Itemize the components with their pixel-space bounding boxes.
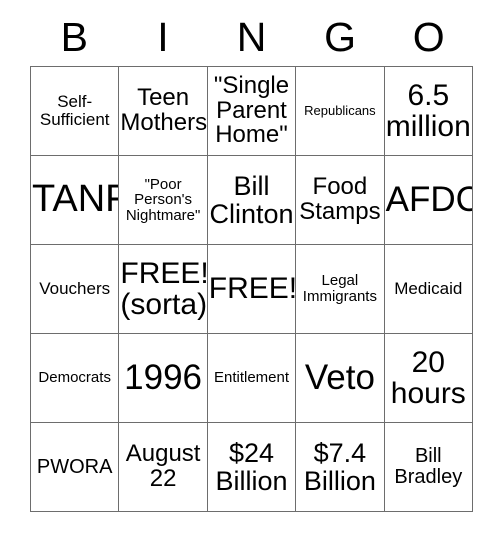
bingo-cell-label: Bill Bradley — [394, 445, 463, 488]
bingo-cell-label: FREE! — [208, 272, 297, 306]
bingo-cell-b3[interactable]: Vouchers — [31, 245, 120, 334]
bingo-cell-b1[interactable]: Self- Sufficient — [31, 67, 120, 156]
bingo-header-letter-i: I — [157, 13, 169, 60]
bingo-cell-label: Food Stamps — [299, 173, 381, 225]
bingo-cell-label: FREE! (sorta) — [120, 256, 208, 321]
bingo-cell-label: TANF — [32, 178, 120, 221]
bingo-header-letter-o: O — [412, 13, 445, 60]
bingo-cell-b2[interactable]: TANF — [31, 156, 120, 245]
bingo-grid: Self- Sufficient Teen Mothers "Single Pa… — [30, 66, 473, 512]
bingo-cell-label: "Single Parent Home" — [213, 71, 290, 149]
bingo-cell-i3[interactable]: FREE! (sorta) — [119, 245, 208, 334]
bingo-cell-label: Self- Sufficient — [39, 92, 110, 129]
bingo-cell-g4[interactable]: Veto — [296, 334, 385, 423]
bingo-cell-n3-free-space[interactable]: FREE! — [207, 245, 297, 334]
bingo-cell-label: $24 Billion — [215, 437, 288, 496]
bingo-cell-o3[interactable]: Medicaid — [384, 245, 473, 334]
bingo-card: B I N G O Self- Sufficient Teen Mothers … — [30, 8, 473, 512]
bingo-header-letter-b: B — [60, 13, 88, 60]
bingo-cell-o4[interactable]: 20 hours — [384, 334, 473, 423]
bingo-cell-n5[interactable]: $24 Billion — [207, 423, 297, 512]
bingo-cell-label: Republicans — [304, 103, 376, 119]
bingo-cell-n4[interactable]: Entitlement — [207, 334, 297, 423]
bingo-cell-i1[interactable]: Teen Mothers — [119, 67, 208, 156]
bingo-cell-label: $7.4 Billion — [303, 437, 376, 496]
bingo-cell-label: PWORA — [36, 455, 113, 478]
bingo-cell-g1[interactable]: Republicans — [296, 67, 385, 156]
bingo-cell-n1[interactable]: "Single Parent Home" — [207, 67, 297, 156]
bingo-cell-g3[interactable]: Legal Immigrants — [296, 245, 385, 334]
bingo-cell-label: Veto — [304, 357, 375, 397]
bingo-cell-o2[interactable]: AFDC — [384, 156, 473, 245]
bingo-cell-b5[interactable]: PWORA — [31, 423, 120, 512]
bingo-cell-b4[interactable]: Democrats — [31, 334, 120, 423]
bingo-cell-label: Legal Immigrants — [302, 272, 377, 305]
bingo-cell-label: "Poor Person's Nightmare" — [125, 175, 201, 224]
bingo-cell-o1[interactable]: 6.5 million — [384, 67, 473, 156]
bingo-header-letter-n: N — [236, 13, 267, 60]
bingo-cell-i4[interactable]: 1996 — [119, 334, 208, 423]
bingo-header-row: B I N G O — [30, 8, 473, 66]
bingo-cell-o5[interactable]: Bill Bradley — [384, 423, 473, 512]
bingo-cell-label: Bill Clinton — [209, 170, 294, 229]
bingo-cell-i5[interactable]: August 22 — [119, 423, 208, 512]
bingo-cell-label: AFDC — [385, 179, 473, 219]
bingo-cell-label: 1996 — [124, 357, 203, 397]
bingo-cell-label: Medicaid — [394, 279, 463, 299]
bingo-cell-label: 20 hours — [390, 345, 466, 410]
bingo-header-letter-g: G — [324, 13, 357, 60]
bingo-cell-label: Democrats — [38, 369, 111, 387]
bingo-cell-n2[interactable]: Bill Clinton — [207, 156, 297, 245]
bingo-cell-g2[interactable]: Food Stamps — [296, 156, 385, 245]
bingo-cell-label: Entitlement — [213, 369, 290, 387]
bingo-cell-label: 6.5 million — [385, 78, 471, 143]
bingo-cell-i2[interactable]: "Poor Person's Nightmare" — [119, 156, 208, 245]
bingo-cell-g5[interactable]: $7.4 Billion — [296, 423, 385, 512]
bingo-cell-label: August 22 — [125, 440, 201, 492]
bingo-cell-label: Teen Mothers — [120, 84, 208, 136]
bingo-cell-label: Vouchers — [39, 279, 111, 299]
